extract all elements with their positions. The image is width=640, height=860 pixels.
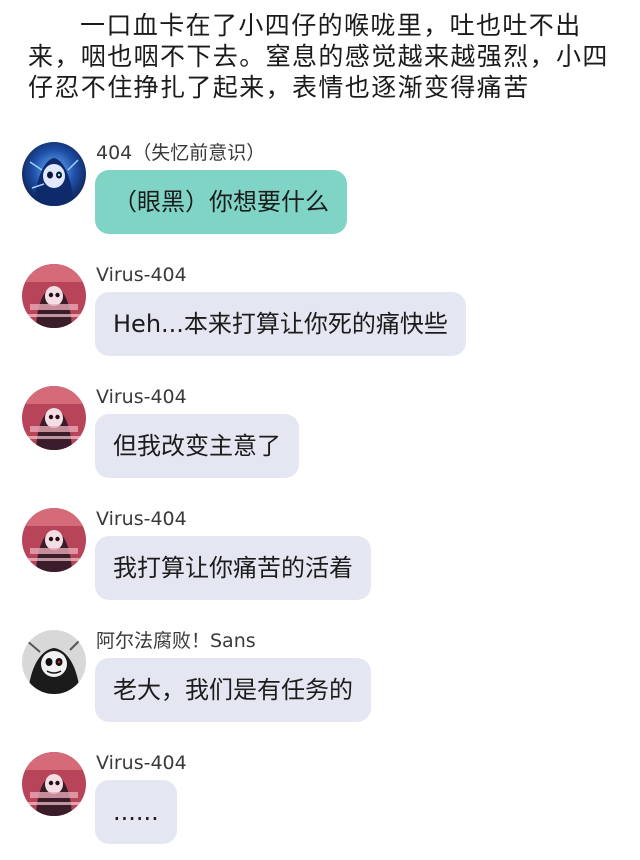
monochrome-skull-avatar[interactable] (22, 630, 86, 694)
narration-text: 一口血卡在了小四仔的喉咙里，吐也吐不出来，咽也咽不下去。窒息的感觉越来越强烈，小… (28, 11, 609, 102)
message-bubble[interactable]: 老大，我们是有任务的 (95, 658, 371, 722)
blue-hooded-avatar[interactable] (22, 142, 86, 206)
message-bubble[interactable]: 我打算让你痛苦的活着 (95, 536, 371, 600)
red-glitch-avatar[interactable] (22, 264, 86, 328)
sender-name: Virus-404 (96, 752, 187, 774)
red-glitch-avatar[interactable] (22, 386, 86, 450)
sender-name: Virus-404 (96, 386, 187, 408)
message-bubble[interactable]: （眼黑）你想要什么 (95, 170, 347, 234)
red-glitch-avatar[interactable] (22, 508, 86, 572)
sender-name: 404（失忆前意识） (96, 142, 266, 164)
message-bubble[interactable]: Heh...本来打算让你死的痛快些 (95, 292, 466, 356)
sender-name: 阿尔法腐败！Sans (96, 630, 256, 652)
red-glitch-avatar[interactable] (22, 752, 86, 816)
message-bubble[interactable]: ...... (95, 780, 177, 844)
sender-name: Virus-404 (96, 508, 187, 530)
sender-name: Virus-404 (96, 264, 187, 286)
message-bubble[interactable]: 但我改变主意了 (95, 414, 299, 478)
